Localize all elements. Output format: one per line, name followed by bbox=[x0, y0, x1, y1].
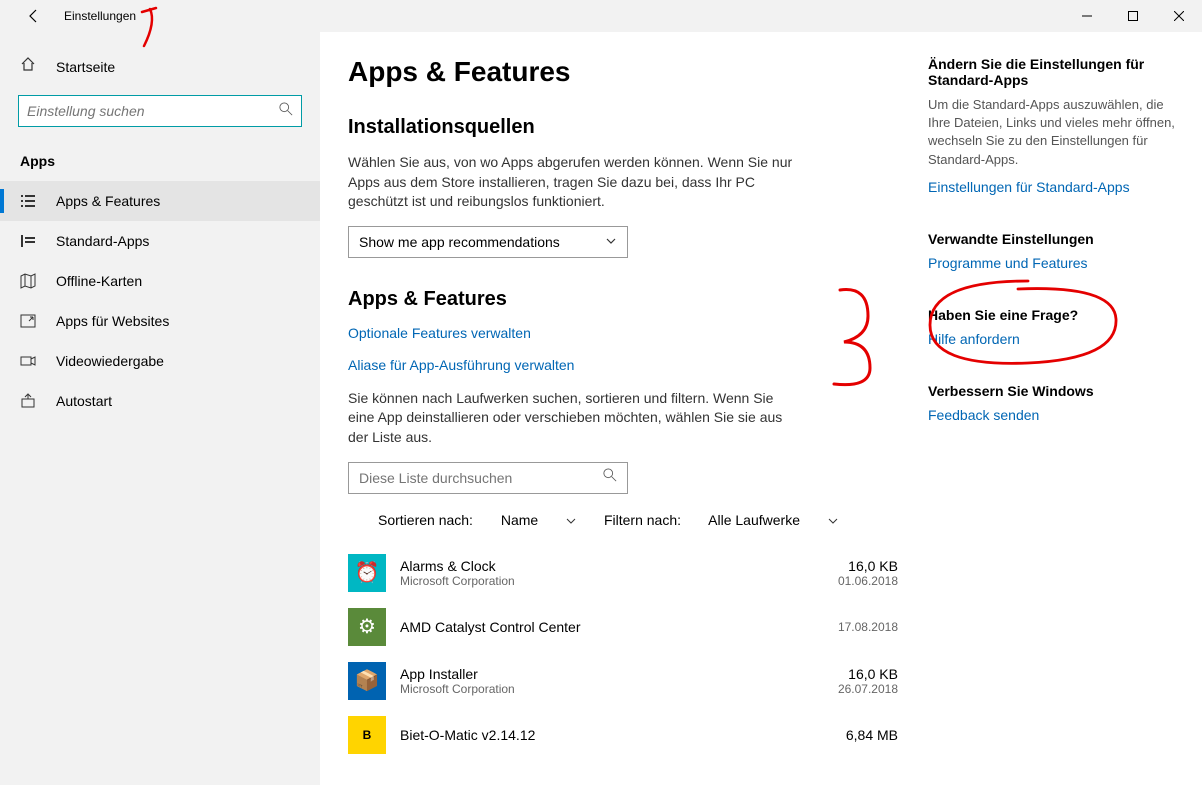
app-name: Alarms & Clock bbox=[400, 558, 808, 574]
apps-features-desc: Sie können nach Laufwerken suchen, sorti… bbox=[348, 389, 798, 448]
install-sources-desc: Wählen Sie aus, von wo Apps abgerufen we… bbox=[348, 153, 798, 212]
app-icon: 📦 bbox=[348, 662, 386, 700]
video-icon bbox=[20, 353, 40, 369]
sidebar-item-video[interactable]: Videowiedergabe bbox=[0, 341, 320, 381]
app-vendor: Microsoft Corporation bbox=[400, 682, 808, 696]
app-name: AMD Catalyst Control Center bbox=[400, 619, 808, 635]
app-alias-link[interactable]: Aliase für App-Ausführung verwalten bbox=[348, 357, 908, 373]
chevron-down-icon bbox=[605, 234, 617, 250]
sidebar-item-autostart[interactable]: Autostart bbox=[0, 381, 320, 421]
apps-features-title: Apps & Features bbox=[348, 288, 908, 311]
maximize-button[interactable] bbox=[1110, 0, 1156, 32]
minimize-button[interactable] bbox=[1064, 0, 1110, 32]
side-feedback-link[interactable]: Feedback senden bbox=[928, 407, 1188, 423]
app-row[interactable]: 📦 App Installer Microsoft Corporation 16… bbox=[348, 654, 908, 708]
sidebar-item-label: Apps & Features bbox=[56, 193, 160, 209]
side-defaults-link[interactable]: Einstellungen für Standard-Apps bbox=[928, 179, 1188, 195]
install-sources-dropdown[interactable]: Show me app recommendations bbox=[348, 226, 628, 258]
sidebar-item-label: Autostart bbox=[56, 393, 112, 409]
search-icon bbox=[279, 102, 293, 121]
sidebar-item-offline-maps[interactable]: Offline-Karten bbox=[0, 261, 320, 301]
side-defaults-title: Ändern Sie die Einstellungen für Standar… bbox=[928, 56, 1188, 88]
app-name: Biet-O-Matic v2.14.12 bbox=[400, 727, 808, 743]
sidebar-item-default-apps[interactable]: Standard-Apps bbox=[0, 221, 320, 261]
search-input[interactable] bbox=[27, 103, 279, 119]
search-input-wrapper[interactable] bbox=[18, 95, 302, 127]
search-icon bbox=[603, 468, 617, 487]
window-title: Einstellungen bbox=[64, 9, 136, 23]
side-improve-title: Verbessern Sie Windows bbox=[928, 383, 1188, 399]
app-icon: ⚙ bbox=[348, 608, 386, 646]
app-date: 01.06.2018 bbox=[808, 574, 898, 588]
sidebar-item-label: Standard-Apps bbox=[56, 233, 149, 249]
filter-control[interactable]: Filtern nach: Alle Laufwerke bbox=[604, 512, 838, 528]
side-help-link[interactable]: Hilfe anfordern bbox=[928, 331, 1188, 347]
sidebar-item-apps-features[interactable]: Apps & Features bbox=[0, 181, 320, 221]
sidebar-section-header: Apps bbox=[0, 147, 320, 181]
autostart-icon bbox=[20, 393, 40, 409]
app-icon: ⏰ bbox=[348, 554, 386, 592]
app-row[interactable]: ⚙ AMD Catalyst Control Center 17.08.2018 bbox=[348, 600, 908, 654]
app-row[interactable]: B Biet-O-Matic v2.14.12 6,84 MB bbox=[348, 708, 908, 762]
sidebar-item-label: Videowiedergabe bbox=[56, 353, 164, 369]
sidebar-item-apps-websites[interactable]: Apps für Websites bbox=[0, 301, 320, 341]
side-related-title: Verwandte Einstellungen bbox=[928, 231, 1188, 247]
app-date: 26.07.2018 bbox=[808, 682, 898, 696]
dropdown-value: Show me app recommendations bbox=[359, 234, 560, 250]
app-size: 16,0 KB bbox=[808, 666, 898, 682]
websites-icon bbox=[20, 313, 40, 329]
side-help-title: Haben Sie eine Frage? bbox=[928, 307, 1188, 323]
home-link[interactable]: Startseite bbox=[0, 46, 320, 87]
app-list-search-wrapper[interactable] bbox=[348, 462, 628, 494]
app-name: App Installer bbox=[400, 666, 808, 682]
sidebar-item-label: Apps für Websites bbox=[56, 313, 169, 329]
optional-features-link[interactable]: Optionale Features verwalten bbox=[348, 325, 908, 341]
map-icon bbox=[20, 273, 40, 289]
content-side: Ändern Sie die Einstellungen für Standar… bbox=[928, 56, 1188, 785]
back-button[interactable] bbox=[16, 0, 52, 32]
app-size: 6,84 MB bbox=[808, 727, 898, 743]
app-list-search-input[interactable] bbox=[359, 470, 603, 486]
content-main: Apps & Features Installationsquellen Wäh… bbox=[348, 56, 908, 785]
side-programs-link[interactable]: Programme und Features bbox=[928, 255, 1188, 271]
home-label: Startseite bbox=[56, 59, 115, 75]
close-button[interactable] bbox=[1156, 0, 1202, 32]
sidebar: Startseite Apps Apps & Features Standard… bbox=[0, 32, 320, 785]
app-size: 16,0 KB bbox=[808, 558, 898, 574]
defaults-icon bbox=[20, 233, 40, 249]
list-icon bbox=[20, 193, 40, 209]
sort-control[interactable]: Sortieren nach: Name bbox=[378, 512, 576, 528]
app-date: 17.08.2018 bbox=[808, 620, 898, 634]
side-defaults-text: Um die Standard-Apps auszuwählen, die Ih… bbox=[928, 96, 1188, 169]
app-icon: B bbox=[348, 716, 386, 754]
sidebar-item-label: Offline-Karten bbox=[56, 273, 142, 289]
app-vendor: Microsoft Corporation bbox=[400, 574, 808, 588]
page-title: Apps & Features bbox=[348, 56, 908, 88]
app-row[interactable]: ⏰ Alarms & Clock Microsoft Corporation 1… bbox=[348, 546, 908, 600]
install-sources-title: Installationsquellen bbox=[348, 116, 908, 139]
home-icon bbox=[20, 56, 40, 77]
